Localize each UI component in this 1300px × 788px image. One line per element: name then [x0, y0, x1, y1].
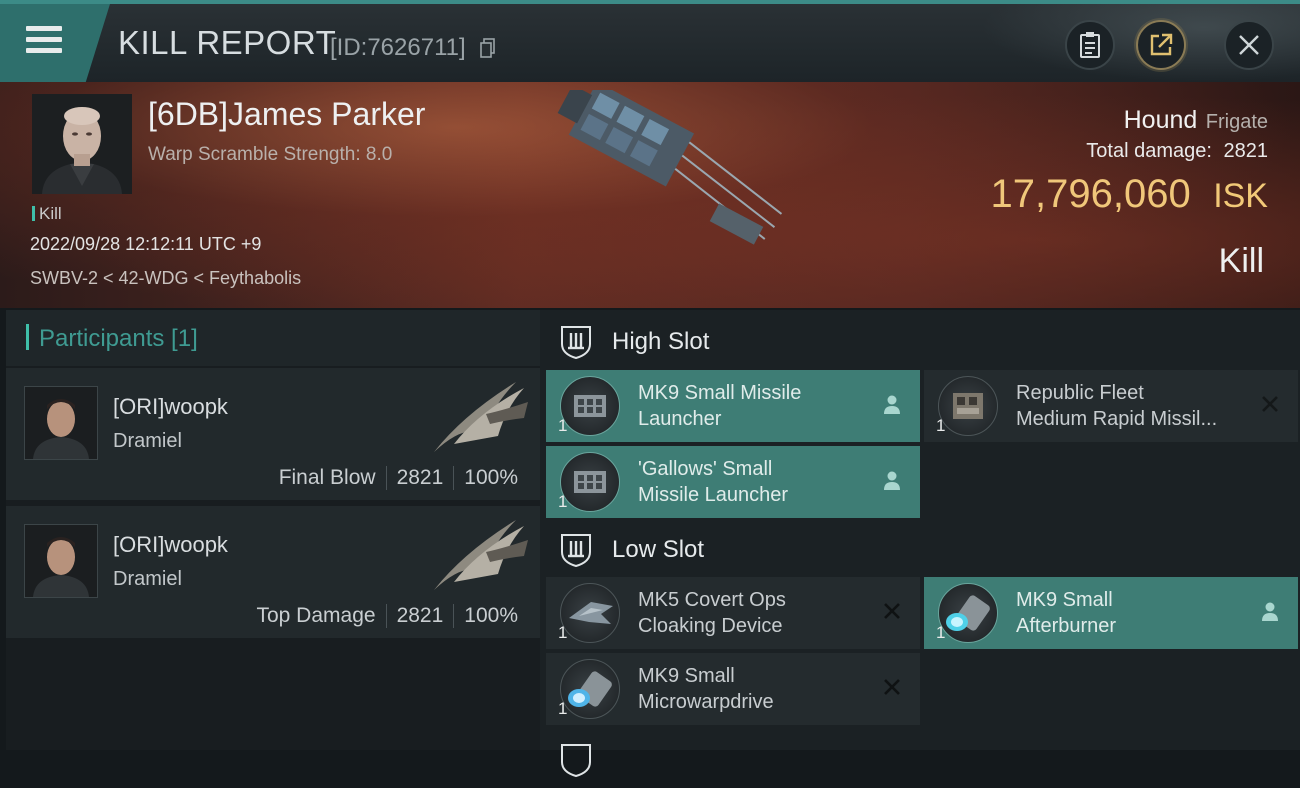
cloaking-device-icon	[560, 583, 620, 643]
item-name: MK5 Covert Ops Cloaking Device	[638, 589, 786, 637]
missile-launcher-icon	[560, 452, 620, 512]
ship-name[interactable]: Hound	[1124, 106, 1198, 134]
participants-panel: Participants [1] [ORI]woopk Dramiel Fina…	[6, 310, 540, 750]
item-name: 'Gallows' Small Missile Launcher	[638, 458, 789, 506]
victim-ship-image[interactable]	[510, 90, 790, 300]
item-name: Republic Fleet Medium Rapid Missil...	[1016, 382, 1218, 430]
missile-launcher-icon	[560, 376, 620, 436]
rapid-missile-launcher-icon	[938, 376, 998, 436]
total-damage-value: 2821	[1223, 140, 1269, 162]
report-id: [ID:7626711]	[330, 34, 466, 61]
share-button[interactable]	[1136, 20, 1186, 70]
x-icon	[1262, 396, 1278, 412]
kill-tag: Kill	[32, 204, 62, 224]
item-name: MK9 Small Microwarpdrive	[638, 665, 774, 713]
item-quantity: 1	[558, 416, 568, 435]
share-icon	[1150, 33, 1173, 56]
participants-header: Participants [1]	[6, 310, 540, 366]
participant-avatar[interactable]	[24, 386, 98, 460]
low-slot-header: Low Slot	[540, 522, 1300, 578]
copy-icon[interactable]	[480, 38, 496, 58]
participant-stats: Final Blow 2821 100%	[269, 466, 528, 490]
fitting-item[interactable]: 1 MK9 Small Microwarpdrive	[546, 653, 920, 725]
x-icon	[884, 679, 900, 695]
x-icon	[884, 603, 900, 619]
afterburner-icon	[938, 583, 998, 643]
participant-avatar[interactable]	[24, 524, 98, 598]
participant-role: Top Damage	[256, 604, 376, 627]
participant-damage: 2821	[385, 466, 454, 490]
participant-stats: Top Damage 2821 100%	[246, 604, 528, 628]
victim-ship: Hound Frigate	[1124, 106, 1268, 135]
total-damage-label: Total damage:	[1086, 140, 1212, 162]
participant-percent: 100%	[453, 466, 528, 490]
fitting-item[interactable]: 1 Republic Fleet Medium Rapid Missil...	[924, 370, 1298, 442]
clipboard-button[interactable]	[1065, 20, 1115, 70]
participant-ship: Dramiel	[113, 430, 182, 452]
fitting-item[interactable]: 1 'Gallows' Small Missile Launcher	[546, 446, 920, 518]
fitting-item[interactable]: 1 MK9 Small Missile Launcher	[546, 370, 920, 442]
low-slot-icon	[561, 534, 591, 568]
victim-name[interactable]: [6DB]James Parker	[148, 96, 425, 133]
page-title: KILL REPORT	[118, 24, 337, 61]
participant-role: Final Blow	[278, 466, 376, 489]
slot-icon	[561, 744, 591, 778]
kill-datetime: 2022/09/28 12:12:11 UTC +9	[30, 234, 262, 254]
item-name: MK9 Small Missile Launcher	[638, 382, 802, 430]
isk-value-line: 17,796,060 ISK	[991, 172, 1268, 217]
kill-location[interactable]: SWBV-2 < 42-WDG < Feythabolis	[30, 268, 301, 289]
microwarpdrive-icon	[560, 659, 620, 719]
close-button[interactable]	[1224, 20, 1274, 70]
high-slot-label: High Slot	[612, 328, 710, 355]
participant-ship-image[interactable]	[424, 512, 534, 592]
person-icon	[884, 395, 900, 414]
item-quantity: 1	[936, 623, 946, 642]
menu-tab[interactable]	[0, 4, 110, 82]
close-icon	[1239, 35, 1259, 55]
participant-ship-image[interactable]	[424, 374, 534, 454]
participants-title: Participants [1]	[26, 324, 198, 353]
high-slot-icon	[561, 326, 591, 360]
participant-damage: 2821	[385, 604, 454, 628]
participant-row[interactable]: [ORI]woopk Dramiel Top Damage 2821 100%	[6, 506, 540, 638]
low-slot-label: Low Slot	[612, 536, 705, 563]
victim-banner: [6DB]James Parker Warp Scramble Strength…	[0, 82, 1300, 308]
top-bar: KILL REPORT [ID:7626711]	[0, 0, 1300, 82]
next-slot-header	[540, 732, 1300, 788]
item-name: MK9 Small Afterburner	[1016, 589, 1117, 637]
kill-result: Kill	[1218, 242, 1264, 280]
hamburger-menu-icon[interactable]	[26, 26, 62, 54]
person-icon	[1262, 602, 1278, 621]
participant-percent: 100%	[453, 604, 528, 628]
fitting-item[interactable]: 1 MK9 Small Afterburner	[924, 577, 1298, 649]
ship-class: Frigate	[1205, 111, 1268, 133]
item-quantity: 1	[936, 416, 946, 435]
high-slot-header: High Slot	[540, 314, 1300, 370]
isk-value: 17,796,060	[990, 172, 1191, 216]
fitting-panel: High Slot 1 MK9 Small Missile Launcher 1…	[540, 310, 1300, 778]
item-quantity: 1	[558, 623, 568, 642]
participant-ship: Dramiel	[113, 568, 182, 590]
warp-scramble-strength: Warp Scramble Strength: 8.0	[148, 144, 393, 165]
participant-name[interactable]: [ORI]woopk	[113, 532, 228, 558]
total-damage: Total damage: 2821	[1086, 140, 1268, 163]
item-quantity: 1	[558, 699, 568, 718]
item-quantity: 1	[558, 492, 568, 511]
participant-name[interactable]: [ORI]woopk	[113, 394, 228, 420]
victim-avatar[interactable]	[32, 94, 132, 194]
isk-unit: ISK	[1213, 177, 1268, 215]
fitting-item[interactable]: 1 MK5 Covert Ops Cloaking Device	[546, 577, 920, 649]
person-icon	[884, 471, 900, 490]
clipboard-icon	[1080, 32, 1100, 58]
participant-row[interactable]: [ORI]woopk Dramiel Final Blow 2821 100%	[6, 368, 540, 500]
